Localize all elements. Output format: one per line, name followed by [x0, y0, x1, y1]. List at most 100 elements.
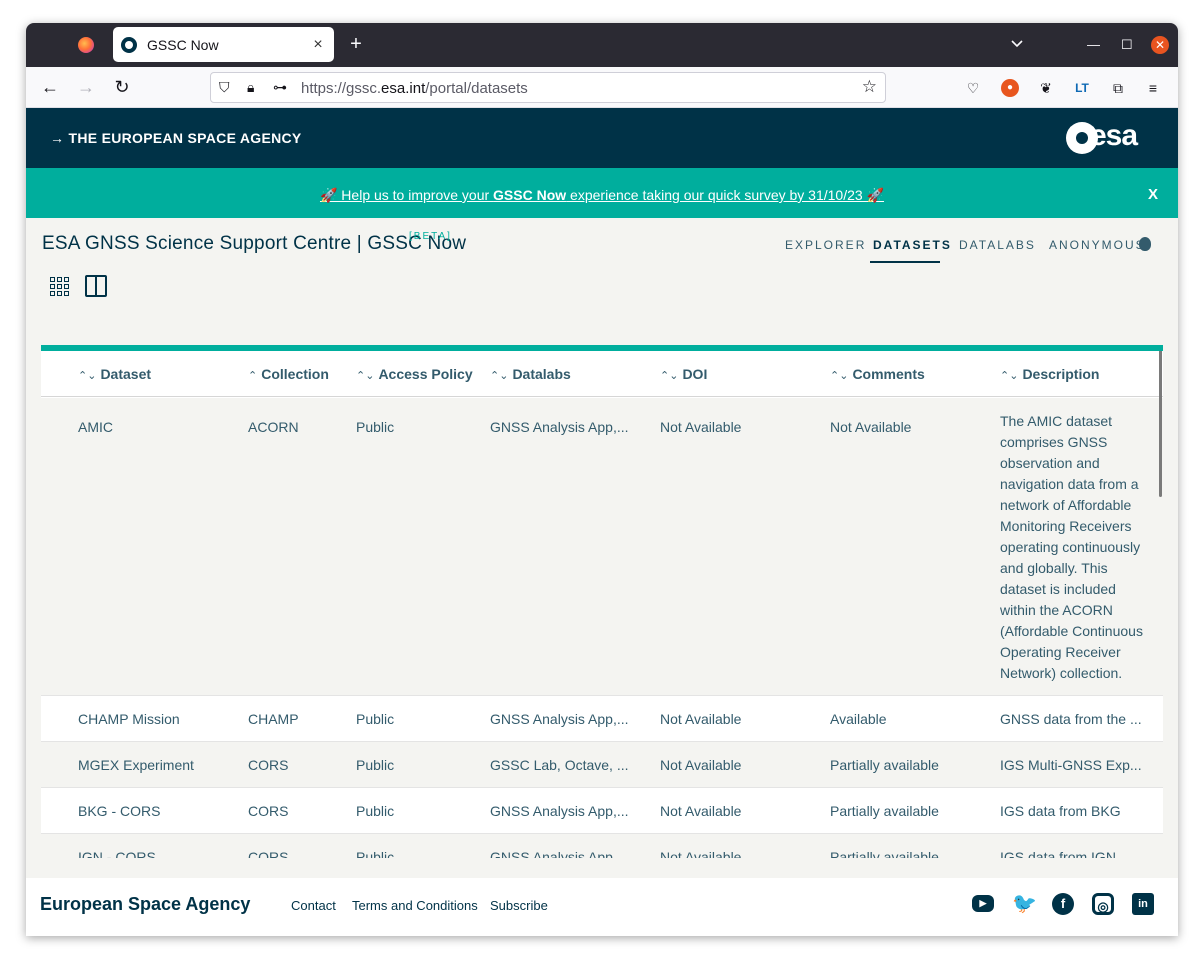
- footer-link-subscribe[interactable]: Subscribe: [490, 898, 548, 913]
- column-header-doi[interactable]: ⌃⌄ DOI: [660, 366, 707, 382]
- cell-dataset[interactable]: BKG - CORS: [78, 803, 228, 819]
- firefox-icon[interactable]: [78, 37, 94, 53]
- table-row[interactable]: AMIC ACORN Public GNSS Analysis App,... …: [41, 398, 1163, 696]
- cell-comments: Available: [830, 711, 887, 727]
- new-tab-button[interactable]: +: [346, 33, 366, 56]
- tab-close-icon[interactable]: ×: [306, 36, 330, 54]
- cell-dataset[interactable]: AMIC: [78, 419, 228, 435]
- nav-explorer[interactable]: EXPLORER: [785, 238, 866, 252]
- cell-description: The AMIC dataset comprises GNSS observat…: [1000, 413, 1143, 681]
- nav-datasets[interactable]: DATASETS: [873, 238, 952, 252]
- cell-description: IGS Multi-GNSS Exp...: [1000, 757, 1142, 773]
- column-header-collection[interactable]: ⌃ Collection: [248, 366, 329, 382]
- table-row[interactable]: MGEX Experiment CORS Public GSSC Lab, Oc…: [41, 742, 1163, 788]
- nav-active-indicator: [870, 261, 940, 263]
- table-view-icon[interactable]: [85, 275, 107, 297]
- sort-icon: ⌃⌄: [830, 370, 849, 382]
- table-row[interactable]: IGN - CORS CORS Public GNSS Analysis App…: [41, 834, 1163, 858]
- lock-icon[interactable]: 🔒︎: [247, 79, 254, 96]
- column-header-description[interactable]: ⌃⌄ Description: [1000, 366, 1099, 382]
- cell-collection: CORS: [248, 803, 289, 819]
- sort-icon: ⌃⌄: [490, 370, 509, 382]
- extension-gnome-icon[interactable]: ❦: [1037, 79, 1055, 97]
- url-bar[interactable]: ⛉ 🔒︎ ⊶ https://gssc.esa.int/portal/datas…: [210, 72, 886, 103]
- esa-logo-text: esa: [1090, 119, 1138, 152]
- languagetool-icon[interactable]: LT: [1073, 79, 1091, 97]
- esa-logo[interactable]: esa: [1066, 119, 1154, 154]
- site-title[interactable]: ESA GNSS Science Support Centre | GSSC N…: [42, 233, 466, 255]
- cell-dataset[interactable]: IGN - CORS: [78, 849, 228, 858]
- cell-datalabs: GNSS Analysis App,...: [490, 849, 629, 858]
- vertical-scrollbar[interactable]: [1159, 351, 1162, 497]
- table-header: ⌃⌄ Dataset ⌃ Collection ⌃⌄ Access Policy ⌃⌄…: [41, 351, 1163, 397]
- permissions-icon[interactable]: ⊶: [273, 79, 287, 96]
- list-all-tabs-icon[interactable]: [1009, 35, 1025, 51]
- maximize-icon[interactable]: ☐: [1121, 37, 1133, 53]
- cell-doi: Not Available: [660, 419, 742, 435]
- cell-dataset[interactable]: CHAMP Mission: [78, 711, 228, 727]
- column-header-dataset[interactable]: ⌃⌄ Dataset: [78, 366, 151, 382]
- column-header-datalabs[interactable]: ⌃⌄ Datalabs: [490, 366, 571, 382]
- alien-avatar-icon[interactable]: [1139, 237, 1151, 251]
- menu-hamburger-icon[interactable]: ≡: [1144, 79, 1162, 97]
- cell-comments: Partially available: [830, 757, 939, 773]
- tab-title: GSSC Now: [147, 36, 219, 53]
- cell-comments: Partially available: [830, 849, 939, 858]
- pocket-icon[interactable]: ♡: [964, 79, 982, 97]
- cell-datalabs: GNSS Analysis App,...: [490, 419, 629, 435]
- tab-strip: GSSC Now × + — ☐ ✕: [26, 23, 1178, 67]
- reload-icon[interactable]: ↻: [112, 77, 132, 97]
- extensions-puzzle-icon[interactable]: ⧉: [1109, 79, 1127, 97]
- duckduckgo-icon[interactable]: ●: [1001, 79, 1019, 97]
- close-window-icon[interactable]: ✕: [1151, 36, 1169, 54]
- cell-doi: Not Available: [660, 849, 742, 858]
- table-row[interactable]: CHAMP Mission CHAMP Public GNSS Analysis…: [41, 696, 1163, 742]
- cell-doi: Not Available: [660, 803, 742, 819]
- cell-doi: Not Available: [660, 757, 742, 773]
- cell-description: IGS data from BKG: [1000, 803, 1121, 819]
- facebook-icon[interactable]: f: [1052, 893, 1074, 915]
- table-row[interactable]: BKG - CORS CORS Public GNSS Analysis App…: [41, 788, 1163, 834]
- url-text[interactable]: https://gssc.esa.int/portal/datasets: [301, 80, 528, 97]
- cell-dataset[interactable]: MGEX Experiment: [78, 757, 228, 773]
- sort-icon: ⌃⌄: [1000, 370, 1019, 382]
- shield-icon[interactable]: ⛉: [219, 79, 230, 96]
- footer-brand[interactable]: European Space Agency: [40, 894, 250, 915]
- nav-datalabs[interactable]: DATALABS: [959, 238, 1036, 252]
- cell-collection: CHAMP: [248, 711, 299, 727]
- esa-header-bar: → THE EUROPEAN SPACE AGENCY esa: [26, 108, 1178, 168]
- cell-comments: Not Available: [830, 419, 912, 435]
- sort-icon: ⌃⌄: [660, 370, 679, 382]
- linkedin-icon[interactable]: in: [1132, 893, 1154, 915]
- browser-tab[interactable]: GSSC Now ×: [113, 27, 334, 62]
- beta-badge: [BETA]: [409, 231, 452, 242]
- instagram-icon[interactable]: ◎: [1092, 893, 1114, 915]
- sort-icon: ⌃⌄: [78, 370, 97, 382]
- cell-doi: Not Available: [660, 711, 742, 727]
- cell-collection: ACORN: [248, 419, 299, 435]
- forward-icon[interactable]: →: [76, 77, 96, 97]
- cell-access-policy: Public: [356, 419, 395, 435]
- column-header-comments[interactable]: ⌃⌄ Comments: [830, 366, 925, 382]
- nav-user[interactable]: ANONYMOUS: [1049, 238, 1146, 252]
- cell-datalabs: GNSS Analysis App,...: [490, 803, 629, 819]
- minimize-icon[interactable]: —: [1087, 37, 1100, 52]
- footer: European Space Agency Contact Terms and …: [26, 878, 1178, 936]
- footer-link-terms[interactable]: Terms and Conditions: [352, 898, 478, 913]
- back-icon[interactable]: ←: [40, 77, 60, 97]
- banner-close-button[interactable]: X: [1148, 186, 1158, 203]
- footer-link-contact[interactable]: Contact: [291, 898, 336, 913]
- navigation-toolbar: ← → ↻ ⛉ 🔒︎ ⊶ https://gssc.esa.int/portal…: [26, 67, 1178, 108]
- survey-link[interactable]: 🚀 Help us to improve your GSSC Now exper…: [26, 187, 1178, 204]
- web-page: → THE EUROPEAN SPACE AGENCY esa 🚀 Help u…: [26, 108, 1178, 936]
- cell-collection: CORS: [248, 849, 289, 858]
- youtube-icon[interactable]: ▶: [972, 895, 994, 912]
- browser-window: GSSC Now × + — ☐ ✕ ← → ↻ ⛉ 🔒︎ ⊶ https://…: [26, 23, 1178, 936]
- sort-asc-icon: ⌃: [248, 370, 258, 382]
- agency-link[interactable]: → THE EUROPEAN SPACE AGENCY: [50, 130, 302, 146]
- bookmark-star-icon[interactable]: ☆: [862, 77, 877, 97]
- cell-access-policy: Public: [356, 849, 395, 858]
- grid-view-icon[interactable]: [48, 275, 70, 297]
- column-header-access-policy[interactable]: ⌃⌄ Access Policy: [356, 366, 473, 382]
- twitter-icon[interactable]: 🐦: [1012, 893, 1037, 915]
